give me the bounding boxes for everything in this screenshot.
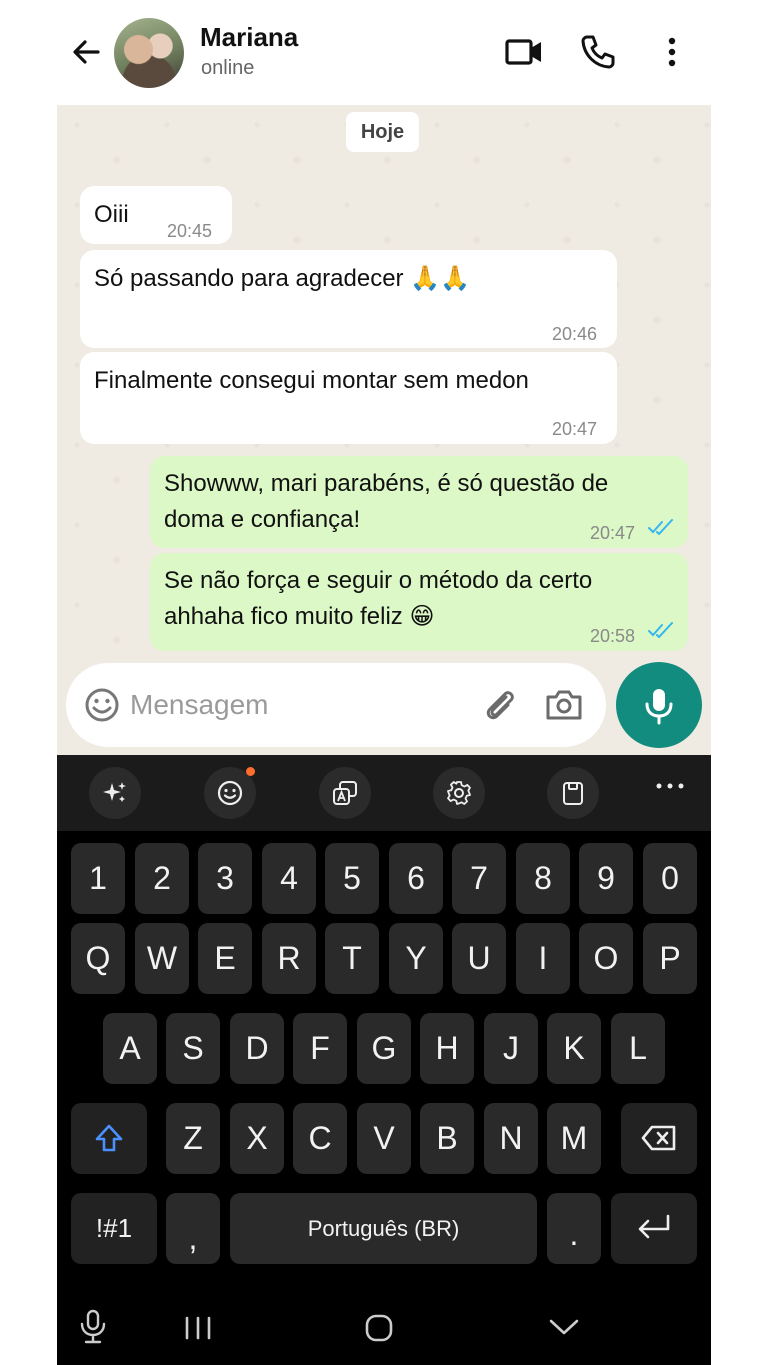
read-receipt-icon [648,519,673,535]
translate-icon [333,781,357,805]
avatar[interactable] [114,18,184,88]
emoji-icon [217,780,243,806]
key-j[interactable]: J [484,1013,538,1084]
message-time: 20:58 [590,626,636,646]
key-8[interactable]: 8 [516,843,570,914]
message-text: Se não força e seguir o método da certo [164,567,593,594]
key-p[interactable]: P [643,923,697,994]
key-w[interactable]: W [135,923,189,994]
message-bubble-incoming[interactable]: Só passando para agradecer 🙏🙏 20:46 [80,250,617,348]
message-text: Oiii [94,201,129,228]
key-d[interactable]: D [230,1013,284,1084]
symbols-key[interactable]: !#1 [71,1193,157,1264]
message-text: ahhaha fico muito feliz 😁 [164,603,435,630]
more-vert-icon[interactable] [654,32,690,72]
sparkle-button[interactable] [89,767,141,819]
shift-key[interactable] [71,1103,147,1174]
key-o[interactable]: O [579,923,633,994]
key-h[interactable]: H [420,1013,474,1084]
message-time: 20:46 [552,324,598,344]
message-time: 20:45 [167,221,213,241]
key-3[interactable]: 3 [198,843,252,914]
clipboard-button[interactable] [547,767,599,819]
mic-icon [645,689,673,725]
key-l[interactable]: L [611,1013,665,1084]
enter-icon [638,1214,670,1239]
message-time: 20:47 [552,419,598,439]
key-z[interactable]: Z [166,1103,220,1174]
notification-dot [246,767,255,776]
message-time: 20:47 [590,523,636,543]
keyboard-settings-button[interactable] [433,767,485,819]
key-6[interactable]: 6 [389,843,443,914]
key-e[interactable]: E [198,923,252,994]
message-text: Finalmente consegui montar sem medon [94,367,529,394]
voice-call-icon[interactable] [578,32,618,72]
key-a[interactable]: A [103,1013,157,1084]
key-7[interactable]: 7 [452,843,506,914]
voice-input-icon[interactable] [79,1309,107,1345]
key-m[interactable]: M [547,1103,601,1174]
message-bubble-outgoing[interactable]: Showww, mari parabéns, é só questão de d… [150,456,688,548]
soft-keyboard: 1 2 3 4 5 6 7 8 9 0 Q W E R T Y U I O P … [57,755,711,1365]
key-9[interactable]: 9 [579,843,633,914]
key-i[interactable]: I [516,923,570,994]
message-bubble-outgoing[interactable]: Se não força e seguir o método da certo … [150,553,688,651]
clipboard-icon [563,782,583,805]
system-nav-bar [57,1287,711,1365]
key-s[interactable]: S [166,1013,220,1084]
message-bubble-incoming[interactable]: Finalmente consegui montar sem medon 20:… [80,352,617,444]
keyboard-toolbar [57,755,711,831]
contact-name[interactable]: Mariana [200,22,298,53]
enter-key[interactable] [611,1193,697,1264]
back-arrow-icon[interactable] [68,34,104,70]
key-0[interactable]: 0 [643,843,697,914]
key-2[interactable]: 2 [135,843,189,914]
key-5[interactable]: 5 [325,843,379,914]
message-text: Só passando para agradecer 🙏🙏 [94,265,470,292]
attach-icon[interactable] [480,685,520,725]
emoji-icon[interactable] [84,687,120,723]
key-k[interactable]: K [547,1013,601,1084]
message-bubble-incoming[interactable]: Oiii 20:45 [80,186,232,244]
key-q[interactable]: Q [71,923,125,994]
key-b[interactable]: B [420,1103,474,1174]
key-n[interactable]: N [484,1103,538,1174]
message-input[interactable] [130,681,450,729]
shift-icon [95,1124,123,1152]
key-v[interactable]: V [357,1103,411,1174]
message-text: Showww, mari parabéns, é só questão de [164,470,609,497]
comma-key[interactable]: , [166,1193,220,1264]
settings-icon [447,781,471,805]
chat-header: Mariana online [0,0,768,105]
video-call-icon[interactable] [504,32,544,72]
period-key[interactable]: . [547,1193,601,1264]
key-g[interactable]: G [357,1013,411,1084]
contact-status: online [201,57,255,79]
space-key[interactable]: Português (BR) [230,1193,537,1264]
key-u[interactable]: U [452,923,506,994]
date-chip: Hoje [346,112,419,152]
key-f[interactable]: F [293,1013,347,1084]
message-composer[interactable] [66,663,606,747]
key-y[interactable]: Y [389,923,443,994]
more-horiz-icon[interactable] [655,781,685,791]
key-x[interactable]: X [230,1103,284,1174]
backspace-key[interactable] [621,1103,697,1174]
key-r[interactable]: R [262,923,316,994]
key-4[interactable]: 4 [262,843,316,914]
key-c[interactable]: C [293,1103,347,1174]
key-1[interactable]: 1 [71,843,125,914]
hide-keyboard-icon[interactable] [548,1317,580,1337]
backspace-icon [641,1125,676,1151]
camera-icon[interactable] [544,685,584,725]
message-text: doma e confiança! [164,506,361,533]
home-icon[interactable] [364,1313,394,1343]
key-t[interactable]: T [325,923,379,994]
sparkle-icon [103,782,126,802]
recent-apps-icon[interactable] [183,1315,213,1341]
translate-button[interactable] [319,767,371,819]
read-receipt-icon [648,622,673,638]
voice-record-button[interactable] [616,662,702,748]
